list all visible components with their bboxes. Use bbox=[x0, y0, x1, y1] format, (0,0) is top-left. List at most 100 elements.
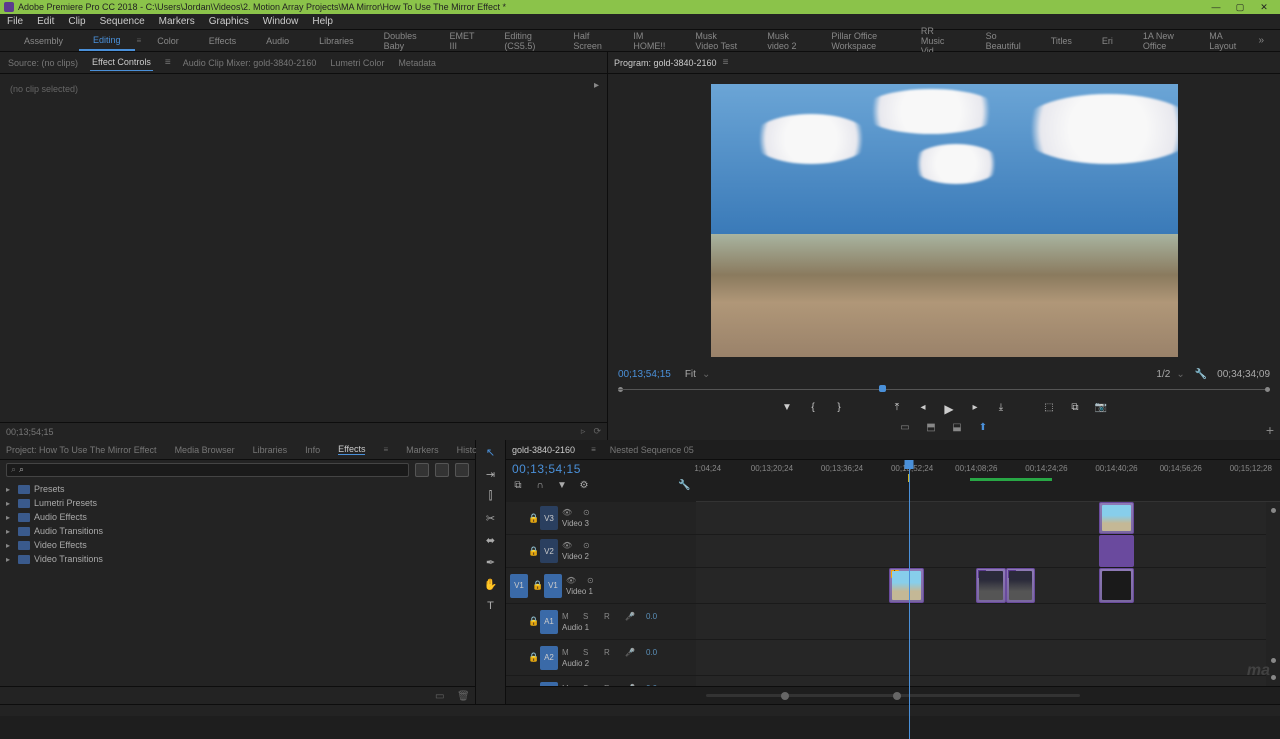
effects-tab-menu-icon[interactable]: ≡ bbox=[383, 445, 388, 454]
sync-lock-icon[interactable]: ⊙ bbox=[587, 576, 599, 585]
solo-icon[interactable]: S bbox=[583, 648, 595, 657]
menu-graphics[interactable]: Graphics bbox=[202, 14, 256, 29]
overwrite-button[interactable]: ⬓ bbox=[950, 422, 964, 434]
tree-video-effects[interactable]: ▸Video Effects bbox=[6, 538, 469, 552]
timeline-tab-sequence-1[interactable]: gold-3840-2160 bbox=[512, 445, 575, 455]
trash-icon[interactable]: 🗑 bbox=[457, 691, 469, 701]
scrubber-track[interactable] bbox=[618, 389, 1270, 390]
timeline-clip[interactable] bbox=[1099, 535, 1134, 567]
track-lanes[interactable]: ! bbox=[696, 502, 1280, 686]
lane-a2[interactable] bbox=[696, 640, 1280, 676]
voiceover-icon[interactable]: 🎤 bbox=[625, 612, 637, 621]
minimize-button[interactable]: — bbox=[1204, 2, 1228, 12]
tab-project[interactable]: Project: How To Use The Mirror Effect bbox=[6, 445, 157, 455]
zoom-track[interactable] bbox=[706, 694, 1080, 697]
tab-effects-2[interactable]: Effects bbox=[338, 444, 365, 455]
button-editor-add-icon[interactable]: + bbox=[1266, 422, 1274, 438]
sync-lock-icon[interactable]: ⊙ bbox=[583, 508, 595, 517]
workspace-editing[interactable]: Editing bbox=[79, 31, 135, 51]
filter-yuv-button[interactable] bbox=[455, 463, 469, 477]
track-target-a2[interactable]: A2 bbox=[540, 646, 558, 670]
close-button[interactable]: ✕ bbox=[1252, 2, 1276, 13]
program-timecode[interactable]: 00;13;54;15 bbox=[618, 369, 671, 380]
timeline-wrench-icon[interactable]: 🔧 bbox=[678, 480, 690, 492]
expand-arrow-icon[interactable]: ▸ bbox=[594, 80, 599, 91]
pen-tool[interactable]: ✒ bbox=[484, 556, 498, 570]
solo-icon[interactable]: S bbox=[583, 612, 595, 621]
program-scrubber[interactable] bbox=[618, 384, 1270, 396]
lock-icon[interactable]: 🔒 bbox=[528, 546, 540, 557]
toggle-output-icon[interactable]: 👁 bbox=[562, 541, 574, 550]
insert-button[interactable]: ⬒ bbox=[924, 422, 938, 434]
lock-icon[interactable]: 🔒 bbox=[528, 513, 540, 524]
tab-markers-2[interactable]: Markers bbox=[406, 445, 439, 455]
tree-presets[interactable]: ▸Presets bbox=[6, 482, 469, 496]
tab-info[interactable]: Info bbox=[305, 445, 320, 455]
tab-audio-mixer[interactable]: Audio Clip Mixer: gold-3840-2160 bbox=[181, 55, 319, 71]
playhead-marker[interactable] bbox=[905, 460, 914, 469]
extract-button[interactable]: ⧉ bbox=[1068, 402, 1082, 416]
workspace-audio[interactable]: Audio bbox=[252, 32, 303, 50]
lift-button[interactable]: ⬚ bbox=[1042, 402, 1056, 416]
mute-icon[interactable]: M bbox=[562, 612, 574, 621]
workspace-color[interactable]: Color bbox=[143, 32, 193, 50]
chevron-down-icon[interactable]: ⌄ bbox=[702, 369, 710, 380]
razor-tool[interactable]: ✂ bbox=[484, 512, 498, 526]
timeline-timecode[interactable]: 00;13;54;15 bbox=[512, 462, 690, 476]
gutter-dot[interactable] bbox=[1271, 508, 1276, 513]
footer-icon-2[interactable]: ⟳ bbox=[593, 426, 601, 437]
scrubber-end-icon[interactable] bbox=[1265, 387, 1270, 392]
tab-program[interactable]: Program: gold-3840-2160 bbox=[614, 58, 717, 68]
workspace-custom-1[interactable]: Doubles Baby bbox=[370, 27, 434, 55]
lane-v3[interactable] bbox=[696, 502, 1280, 535]
workspace-custom-12[interactable]: Eri bbox=[1088, 32, 1127, 50]
tab-effect-controls[interactable]: Effect Controls bbox=[90, 54, 153, 71]
program-monitor-viewport[interactable] bbox=[608, 74, 1280, 367]
mute-icon[interactable]: M bbox=[562, 648, 574, 657]
toggle-output-icon[interactable]: 👁 bbox=[566, 576, 578, 585]
workspace-libraries[interactable]: Libraries bbox=[305, 32, 368, 50]
tree-lumetri-presets[interactable]: ▸Lumetri Presets bbox=[6, 496, 469, 510]
hand-tool[interactable]: ✋ bbox=[484, 578, 498, 592]
workspace-custom-14[interactable]: MA Layout bbox=[1195, 27, 1250, 55]
menu-clip[interactable]: Clip bbox=[61, 14, 92, 29]
workspace-custom-2[interactable]: EMET III bbox=[435, 27, 488, 55]
workspace-custom-13[interactable]: 1A New Office bbox=[1129, 27, 1193, 55]
zoom-handle-right[interactable] bbox=[893, 692, 901, 700]
voiceover-icon[interactable]: 🎤 bbox=[625, 648, 637, 657]
export-frame-button[interactable]: 📷 bbox=[1094, 402, 1108, 416]
menu-help[interactable]: Help bbox=[305, 14, 340, 29]
filter-32bit-button[interactable] bbox=[435, 463, 449, 477]
step-back-button[interactable]: ◂ bbox=[916, 402, 930, 416]
workspace-menu-icon[interactable]: ≡ bbox=[137, 36, 142, 45]
snap-toggle[interactable]: ⧉ bbox=[512, 480, 524, 492]
slip-tool[interactable]: ⬌ bbox=[484, 534, 498, 548]
linked-selection-toggle[interactable]: ∩ bbox=[534, 480, 546, 492]
tab-menu-icon[interactable]: ≡ bbox=[165, 57, 171, 68]
workspace-assembly[interactable]: Assembly bbox=[10, 32, 77, 50]
step-forward-button[interactable]: ▸ bbox=[968, 402, 982, 416]
export-button[interactable]: ⬆ bbox=[976, 422, 990, 434]
menu-markers[interactable]: Markers bbox=[152, 14, 202, 29]
lock-icon[interactable]: 🔒 bbox=[528, 616, 540, 627]
lane-a3[interactable] bbox=[696, 676, 1280, 686]
menu-edit[interactable]: Edit bbox=[30, 14, 61, 29]
workspace-custom-10[interactable]: So Beautiful bbox=[972, 27, 1035, 55]
record-icon[interactable]: R bbox=[604, 612, 616, 621]
timeline-settings-icon[interactable]: ⚙ bbox=[578, 480, 590, 492]
maximize-button[interactable]: ▢ bbox=[1228, 2, 1252, 13]
track-select-tool[interactable]: ⇥ bbox=[484, 468, 498, 482]
chevron-down-icon-2[interactable]: ⌄ bbox=[1176, 369, 1184, 380]
go-to-out-button[interactable]: ⤓ bbox=[994, 402, 1008, 416]
workspace-custom-4[interactable]: Half Screen bbox=[559, 27, 617, 55]
ripple-edit-tool[interactable]: ⫿ bbox=[484, 490, 498, 504]
footer-icon-1[interactable]: ▹ bbox=[581, 426, 586, 437]
resolution-dropdown[interactable]: 1/2 bbox=[1156, 369, 1170, 380]
menu-file[interactable]: File bbox=[0, 14, 30, 29]
workspace-overflow-icon[interactable]: » bbox=[1252, 35, 1270, 46]
scrubber-playhead[interactable] bbox=[879, 385, 886, 392]
type-tool[interactable]: T bbox=[484, 600, 498, 614]
work-area-bar[interactable] bbox=[970, 478, 1052, 481]
timeline-tab-sequence-2[interactable]: Nested Sequence 05 bbox=[610, 445, 694, 455]
source-patch-v1[interactable]: V1 bbox=[510, 574, 528, 598]
